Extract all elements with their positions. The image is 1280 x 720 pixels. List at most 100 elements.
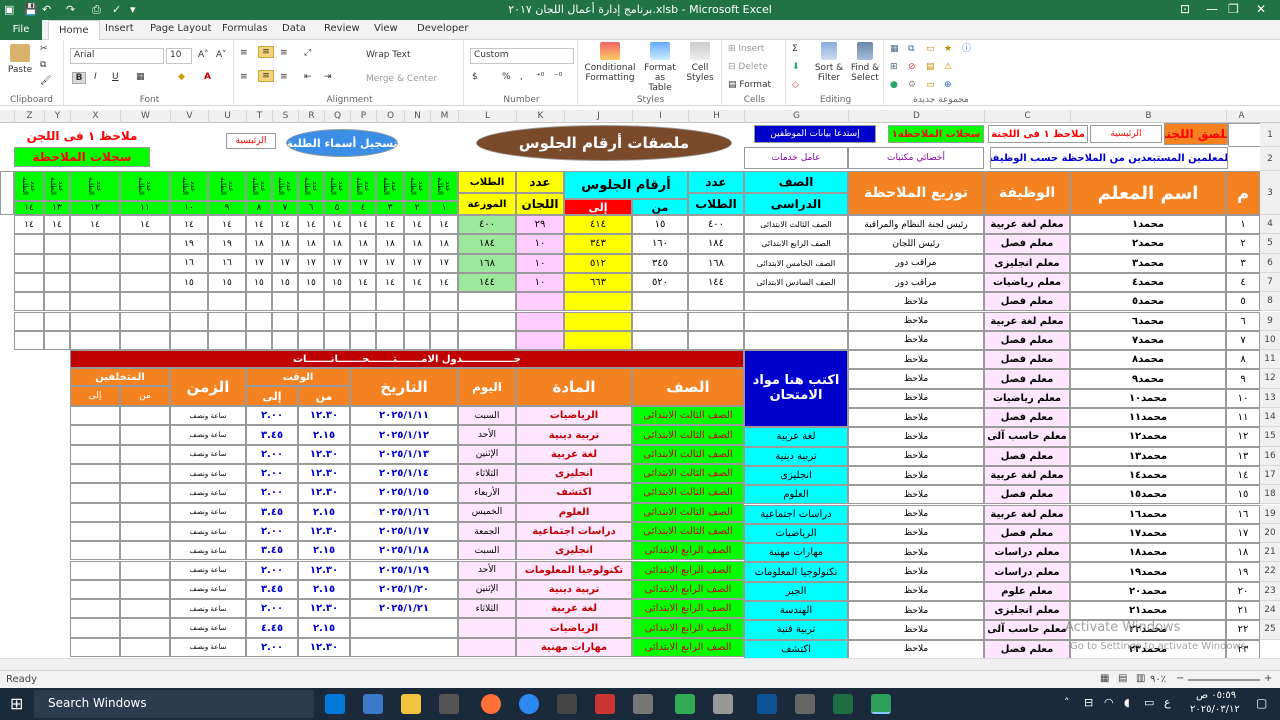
tab-developer[interactable]: Developer xyxy=(417,23,468,34)
bold-button[interactable]: B xyxy=(72,72,86,84)
row-header[interactable]: 13 xyxy=(1260,388,1280,408)
mail-icon[interactable] xyxy=(363,694,383,714)
wrap-text-button[interactable]: Wrap Text xyxy=(366,50,411,60)
column-header-m[interactable]: M xyxy=(430,110,458,123)
row-header[interactable]: 2 xyxy=(1260,147,1280,171)
decrease-decimal-icon[interactable]: ⁻⁰ xyxy=(554,72,562,82)
column-header-t[interactable]: T xyxy=(246,110,272,123)
paste-button[interactable]: Paste xyxy=(6,44,34,75)
windows-start-icon[interactable]: ⊞ xyxy=(10,694,23,713)
format-painter-icon[interactable]: 🖌 xyxy=(40,76,51,86)
tab-view[interactable]: View xyxy=(374,23,398,34)
taskbar-time[interactable]: ٠٥:٥٩ ص xyxy=(1196,690,1236,701)
row-header[interactable]: 14 xyxy=(1260,408,1280,428)
column-header-g[interactable]: G xyxy=(744,110,848,123)
column-header-j[interactable]: J xyxy=(564,110,632,123)
column-header-l[interactable]: L xyxy=(458,110,516,123)
borders-icon[interactable]: ▦ xyxy=(136,72,145,82)
column-header-d[interactable]: D xyxy=(848,110,984,123)
tab-insert[interactable]: Insert xyxy=(105,23,134,34)
row-header[interactable]: 22 xyxy=(1260,562,1280,582)
app-icon-6[interactable] xyxy=(757,694,777,714)
column-header-s[interactable]: S xyxy=(272,110,298,123)
italic-button[interactable]: I xyxy=(94,72,97,82)
exam-subject-item[interactable]: اكتشف xyxy=(744,639,848,658)
custom-tool-4-icon[interactable]: ★ xyxy=(944,44,952,54)
exam-subject-item[interactable]: تكنولوجيا المعلومات xyxy=(744,562,848,582)
exam-subject-item[interactable]: انجليزى xyxy=(744,465,848,486)
normal-view-icon[interactable]: ▦ xyxy=(1100,673,1109,684)
column-header-p[interactable]: P xyxy=(350,110,376,123)
zoom-level[interactable]: ٩٠٪ xyxy=(1150,674,1166,685)
column-header-k[interactable]: K xyxy=(516,110,564,123)
custom-tool-6-icon[interactable]: ⊞ xyxy=(890,62,898,72)
taskbar-date[interactable]: ٢٠٢٥/٠٣/١٢ xyxy=(1190,704,1240,715)
currency-icon[interactable]: $ xyxy=(472,72,478,82)
home-button-2[interactable]: الرئيسية xyxy=(226,133,276,149)
app-icon-1[interactable] xyxy=(557,694,577,714)
row-header[interactable]: 5 xyxy=(1260,234,1280,254)
tab-review[interactable]: Review xyxy=(324,23,360,34)
row-header[interactable]: 15 xyxy=(1260,427,1280,447)
column-header-i[interactable]: I xyxy=(632,110,688,123)
grow-font-icon[interactable]: A˄ xyxy=(198,50,209,60)
exam-subject-item[interactable]: الهندسة xyxy=(744,601,848,621)
clear-icon[interactable]: ◇ xyxy=(792,80,799,90)
increase-decimal-icon[interactable]: ⁺⁰ xyxy=(536,72,544,82)
row-header[interactable]: 8 xyxy=(1260,292,1280,312)
app-icon-5[interactable] xyxy=(713,694,733,714)
conditional-formatting-button[interactable]: Conditional Formatting xyxy=(582,42,638,83)
row-header[interactable]: 21 xyxy=(1260,543,1280,563)
column-header-z[interactable]: Z xyxy=(14,110,44,123)
row-header[interactable]: 4 xyxy=(1260,215,1280,235)
home-button[interactable]: الرئيسية xyxy=(1090,125,1162,143)
align-middle-icon[interactable]: ≡ xyxy=(258,46,274,58)
register-students-button[interactable]: تسجيل أسماء الطلبة xyxy=(286,129,398,157)
sort-filter-button[interactable]: Sort & Filter xyxy=(812,42,846,83)
exam-subject-item[interactable]: العلوم xyxy=(744,485,848,505)
fill-icon[interactable]: ⬇ xyxy=(792,62,800,72)
row-header[interactable]: 11 xyxy=(1260,350,1280,370)
tab-page-layout[interactable]: Page Layout xyxy=(150,23,211,34)
column-header-v[interactable]: V xyxy=(170,110,208,123)
custom-tool-3-icon[interactable]: ▭ xyxy=(926,44,935,54)
delete-cells-button[interactable]: ⊟ Delete xyxy=(728,62,768,72)
app-icon-3[interactable] xyxy=(633,694,653,714)
column-header-h[interactable]: H xyxy=(688,110,744,123)
custom-tool-1-icon[interactable]: ▦ xyxy=(890,44,899,54)
row-header[interactable]: 20 xyxy=(1260,523,1280,544)
cut-icon[interactable]: ✂ xyxy=(40,44,48,54)
column-header-q[interactable]: Q xyxy=(324,110,350,123)
align-top-icon[interactable]: ≡ xyxy=(240,48,248,58)
column-header-u[interactable]: U xyxy=(208,110,246,123)
font-color-icon[interactable]: A xyxy=(204,72,211,82)
row-header[interactable]: 10 xyxy=(1260,330,1280,351)
custom-tool-12-icon[interactable]: ⊕ xyxy=(944,80,952,90)
custom-tool-5-icon[interactable]: ⓘ xyxy=(962,44,971,54)
notifications-icon[interactable]: ▢ xyxy=(1256,696,1267,710)
row-header[interactable]: 9 xyxy=(1260,311,1280,331)
comma-button[interactable]: , xyxy=(520,72,523,82)
edge-icon[interactable] xyxy=(325,694,345,714)
restore-button[interactable]: ❐ xyxy=(1228,2,1239,16)
cell-styles-button[interactable]: Cell Styles xyxy=(682,42,718,83)
increase-indent-icon[interactable]: ⇥ xyxy=(324,72,332,82)
align-center-icon[interactable]: ≡ xyxy=(258,70,274,82)
app-icon-4[interactable] xyxy=(675,694,695,714)
align-left-icon[interactable]: ≡ xyxy=(240,72,248,82)
align-bottom-icon[interactable]: ≡ xyxy=(280,48,288,58)
wifi-icon[interactable]: ◠ xyxy=(1104,696,1114,709)
row-header[interactable]: 16 xyxy=(1260,446,1280,466)
excel-taskbar-icon[interactable] xyxy=(833,694,853,714)
battery-icon[interactable]: ▭ xyxy=(1144,696,1154,709)
chrome-icon[interactable] xyxy=(519,694,539,714)
custom-tool-7-icon[interactable]: ⊘ xyxy=(908,62,916,72)
custom-tool-9-icon[interactable]: ● xyxy=(890,80,898,90)
tab-file[interactable]: File xyxy=(0,20,42,40)
format-as-table-button[interactable]: Format as Table xyxy=(642,42,678,93)
zoom-out-icon[interactable]: − xyxy=(1176,673,1184,684)
network-icon[interactable]: ⊟ xyxy=(1084,696,1093,709)
align-right-icon[interactable]: ≡ xyxy=(280,72,288,82)
file-explorer-icon[interactable] xyxy=(401,694,421,714)
volume-icon[interactable]: ◖ xyxy=(1124,696,1130,709)
